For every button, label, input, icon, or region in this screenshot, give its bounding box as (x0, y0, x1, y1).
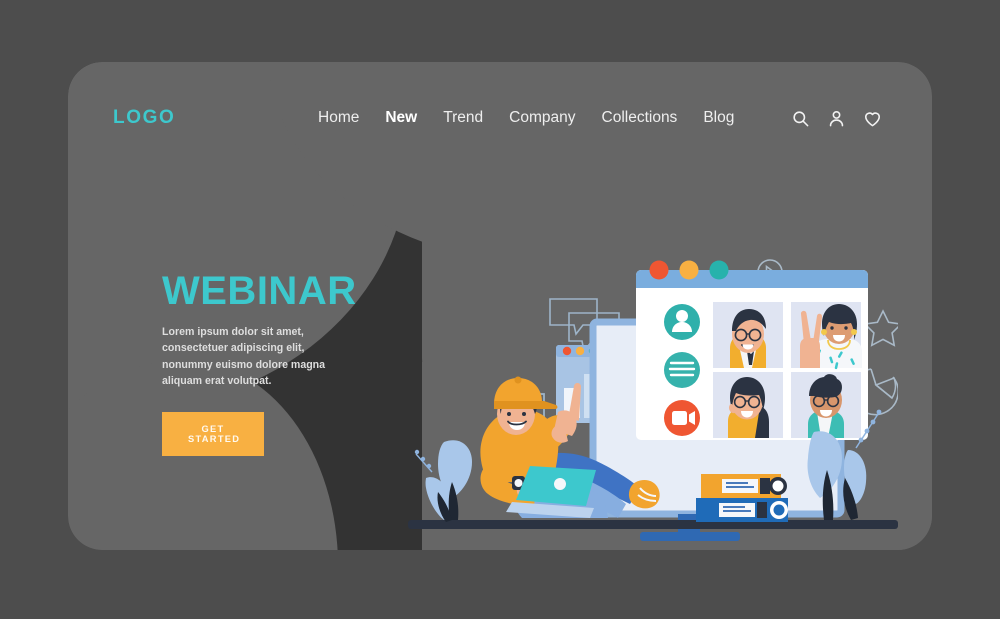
video-camera-icon (664, 400, 700, 436)
page-title: WEBINAR (162, 269, 357, 313)
desk-surface (408, 520, 898, 529)
screenshot-canvas: LOGO Home New Trend Company Collections … (0, 0, 1000, 619)
window-dot-yellow (679, 260, 699, 280)
participant-tile-3 (713, 372, 783, 438)
site-header: LOGO Home New Trend Company Collections … (68, 62, 932, 174)
participant-tile-2 (791, 302, 862, 370)
nav-item-trend[interactable]: Trend (443, 109, 483, 127)
star-outline (863, 309, 898, 347)
nav-item-home[interactable]: Home (318, 109, 359, 127)
search-icon[interactable] (791, 109, 810, 128)
heart-icon[interactable] (863, 109, 882, 128)
nav-item-collections[interactable]: Collections (602, 109, 678, 127)
main-navigation: Home New Trend Company Collections Blog (318, 109, 734, 127)
webinar-illustration (408, 182, 898, 550)
logo[interactable]: LOGO (113, 107, 175, 129)
hero-subtitle: Lorem ipsum dolor sit amet, consectetuer… (162, 326, 326, 388)
header-icon-group (791, 109, 882, 128)
window-dot-teal (709, 260, 729, 280)
participant-tile-4 (791, 372, 861, 438)
get-started-button[interactable]: GET STARTED (162, 411, 264, 456)
video-call-window (636, 260, 868, 440)
landing-page-card: LOGO Home New Trend Company Collections … (68, 62, 932, 550)
hero-text-block: WEBINAR Lorem ipsum dolor sit amet, cons… (162, 270, 432, 456)
nav-item-new[interactable]: New (385, 109, 417, 127)
window-dot-red (649, 260, 669, 280)
menu-list-icon (664, 352, 700, 388)
user-icon[interactable] (827, 109, 846, 128)
participant-tile-1 (713, 302, 783, 368)
nav-item-blog[interactable]: Blog (703, 109, 734, 127)
binder-stack (696, 474, 788, 522)
nav-item-company[interactable]: Company (509, 109, 575, 127)
participant-icon (664, 304, 700, 340)
